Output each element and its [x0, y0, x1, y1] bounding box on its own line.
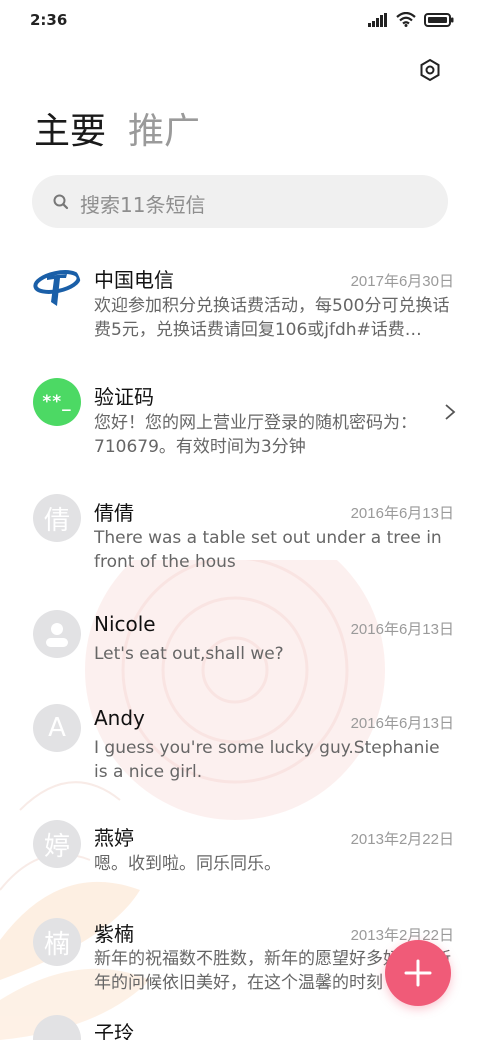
message-preview: 嗯。收到啦。同乐同乐。: [94, 854, 281, 874]
search-bar[interactable]: 搜索11条短信: [32, 175, 448, 228]
battery-icon: [424, 12, 454, 27]
contact-avatar: 倩: [33, 494, 81, 542]
verification-code-avatar: **_: [33, 378, 81, 426]
conversation-row[interactable]: 中国电信 2017年6月30日 欢迎参加积分兑换话费活动，每500分可兑换话费5…: [0, 248, 480, 365]
message-preview: Let's eat out,shall we?: [94, 644, 284, 664]
wifi-icon: [396, 12, 416, 27]
message-date: 2013年2月22日: [350, 927, 454, 944]
status-bar: 2:36: [0, 0, 480, 40]
gear-icon: [420, 58, 440, 82]
tab-bar: 主要 推广: [34, 108, 200, 156]
contact-avatar: 婷: [33, 820, 81, 868]
tab-primary[interactable]: 主要: [34, 108, 106, 156]
contact-name: Andy: [94, 706, 145, 730]
contact-avatar: 楠: [33, 918, 81, 966]
status-icons: [368, 12, 454, 27]
message-date: 2016年6月13日: [350, 505, 454, 522]
conversation-row[interactable]: **_ 验证码 您好！您的网上营业厅登录的随机密码为：710679。有效时间为3…: [0, 365, 480, 482]
signal-icon: [368, 12, 387, 27]
message-date: 2013年2月22日: [350, 831, 454, 848]
conversation-row[interactable]: A Andy 2016年6月13日 I guess you're some lu…: [0, 692, 480, 808]
conversation-row[interactable]: 子玲: [0, 1007, 480, 1040]
contact-name: Nicole: [94, 612, 156, 636]
message-preview: There was a table set out under a tree i…: [94, 528, 442, 572]
contact-name: 中国电信: [94, 268, 174, 292]
contact-name: 倩倩: [94, 501, 134, 525]
settings-button[interactable]: [414, 54, 446, 86]
message-date: 2016年6月13日: [350, 715, 454, 732]
status-time: 2:36: [30, 11, 68, 29]
message-date: 2016年6月13日: [350, 621, 454, 638]
message-preview: I guess you're some lucky guy.Stephanie …: [94, 738, 440, 782]
conversation-row[interactable]: 倩 倩倩 2016年6月13日 There was a table set ou…: [0, 482, 480, 599]
plus-icon: [404, 959, 432, 987]
avatar-text: A: [48, 713, 66, 743]
contact-name: 燕婷: [94, 826, 134, 850]
avatar-text: **_: [42, 392, 72, 412]
conversation-list: 中国电信 2017年6月30日 欢迎参加积分兑换话费活动，每500分可兑换话费5…: [0, 248, 480, 1040]
china-telecom-logo: [33, 262, 81, 310]
person-icon: [46, 623, 68, 647]
compose-button[interactable]: [385, 940, 451, 1006]
contact-name: 验证码: [94, 385, 154, 409]
avatar-text: 婷: [43, 831, 70, 862]
message-preview: 欢迎参加积分兑换话费活动，每500分可兑换话费5元，兑换话费请回复106或jfd…: [94, 296, 450, 340]
contact-avatar: [33, 610, 81, 658]
avatar-text: 楠: [43, 929, 70, 960]
contact-avatar: [33, 1015, 81, 1040]
contact-name: 紫楠: [94, 922, 134, 946]
contact-avatar: A: [33, 704, 81, 752]
conversation-row[interactable]: 婷 燕婷 2013年2月22日 嗯。收到啦。同乐同乐。: [0, 808, 480, 901]
contact-name: 子玲: [94, 1021, 134, 1040]
tab-promotions[interactable]: 推广: [128, 108, 200, 156]
search-placeholder: 搜索11条短信: [80, 193, 206, 217]
chevron-right-icon: [445, 404, 456, 420]
avatar-text: 倩: [43, 505, 70, 536]
search-icon: [53, 194, 69, 210]
conversation-row[interactable]: Nicole 2016年6月13日 Let's eat out,shall we…: [0, 599, 480, 692]
message-preview: 您好！您的网上营业厅登录的随机密码为：710679。有效时间为3分钟: [94, 413, 417, 457]
message-date: 2017年6月30日: [350, 273, 454, 290]
